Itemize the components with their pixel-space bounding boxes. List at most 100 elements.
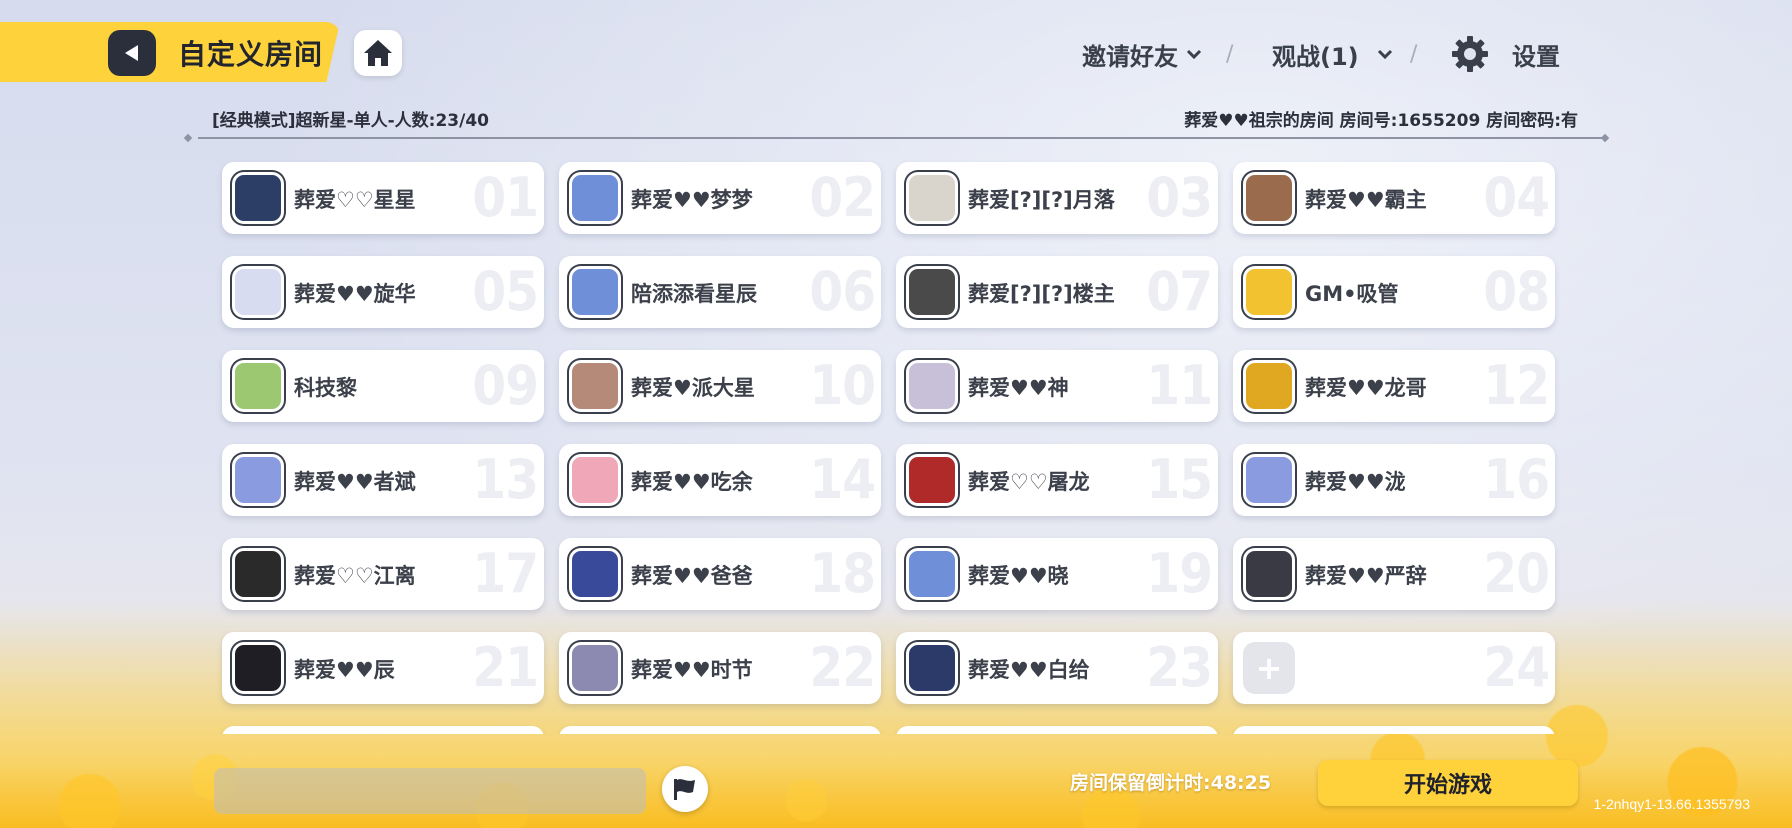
player-slot[interactable]: 葬爱♡♡星星 01 xyxy=(222,162,544,234)
player-slot[interactable]: 陪添添看星辰 06 xyxy=(559,256,881,328)
invite-friends-dropdown[interactable]: 邀请好友 xyxy=(1082,36,1202,72)
chevron-down-icon xyxy=(1186,49,1202,59)
avatar xyxy=(232,548,284,600)
chat-input[interactable] xyxy=(214,768,646,814)
slot-number: 02 xyxy=(809,166,876,229)
avatar xyxy=(906,172,958,224)
spectate-dropdown[interactable]: 观战(1) xyxy=(1272,36,1393,72)
avatar xyxy=(232,172,284,224)
player-name: 葬爱♥♥泷 xyxy=(1305,470,1406,494)
avatar xyxy=(906,548,958,600)
avatar xyxy=(569,454,621,506)
player-slot[interactable]: 葬爱♥♥龙哥 12 xyxy=(1233,350,1555,422)
slot-number: 13 xyxy=(472,448,539,511)
player-name: 葬爱♡♡江离 xyxy=(294,564,416,588)
player-name: 葬爱♡♡屠龙 xyxy=(968,470,1090,494)
avatar xyxy=(569,360,621,412)
player-name: 葬爱♥♥白给 xyxy=(968,658,1090,682)
player-slot[interactable]: 葬爱♥♥白给 23 xyxy=(896,632,1218,704)
player-name: 葬爱♥♥神 xyxy=(968,376,1069,400)
player-slot[interactable]: 葬爱♥♥时节 22 xyxy=(559,632,881,704)
slot-number: 23 xyxy=(1146,636,1213,699)
player-name: 葬爱♥♥龙哥 xyxy=(1305,376,1427,400)
room-details: 葬爱♥♥祖宗的房间 房间号:1655209 房间密码:有 xyxy=(1184,111,1578,131)
player-slot[interactable]: 葬爱♥♥旋华 05 xyxy=(222,256,544,328)
add-player-icon[interactable]: + xyxy=(1243,642,1295,694)
player-slot[interactable]: 葬爱♥♥泷 16 xyxy=(1233,444,1555,516)
player-slot[interactable]: 葬爱♥派大星 10 xyxy=(559,350,881,422)
slot-number: 10 xyxy=(809,354,876,417)
slot-number: 14 xyxy=(809,448,876,511)
player-slot[interactable]: 葬爱[?][?]楼主 07 xyxy=(896,256,1218,328)
page-title: 自定义房间 xyxy=(178,38,324,71)
home-button[interactable] xyxy=(354,30,402,76)
flag-button[interactable] xyxy=(662,766,708,812)
chevron-down-icon xyxy=(1377,49,1392,59)
divider-dot xyxy=(183,133,193,143)
player-name: GM•吸管 xyxy=(1305,282,1399,306)
player-name: 葬爱♥♥辰 xyxy=(294,658,395,682)
player-slot[interactable]: 葬爱♥♥神 11 xyxy=(896,350,1218,422)
player-slot-grid: 葬爱♡♡星星 01 葬爱♥♥梦梦 02 葬爱[?][?]月落 03 葬爱♥♥霸主 04 葬爱♥♥… xyxy=(0,150,1792,734)
player-name: 葬爱[?][?]楼主 xyxy=(968,282,1115,306)
avatar xyxy=(1243,454,1295,506)
slot-number: 18 xyxy=(809,542,876,605)
player-slot[interactable] xyxy=(896,726,1218,734)
avatar xyxy=(1243,266,1295,318)
player-slot[interactable]: 葬爱♡♡屠龙 15 xyxy=(896,444,1218,516)
slot-number: 05 xyxy=(472,260,539,323)
player-slot[interactable] xyxy=(1233,726,1555,734)
avatar xyxy=(232,360,284,412)
player-slot[interactable]: 科技黎 09 xyxy=(222,350,544,422)
player-slot[interactable]: +24 xyxy=(1233,632,1555,704)
settings-button[interactable]: 设置 xyxy=(1512,36,1560,72)
divider-dot xyxy=(1600,133,1610,143)
gear-icon[interactable] xyxy=(1450,34,1490,74)
player-slot[interactable]: 葬爱♥♥辰 21 xyxy=(222,632,544,704)
avatar xyxy=(569,642,621,694)
player-slot[interactable]: 葬爱♥♥爸爸 18 xyxy=(559,538,881,610)
player-slot[interactable]: 葬爱♥♥吃余 14 xyxy=(559,444,881,516)
slot-number: 22 xyxy=(809,636,876,699)
slot-number: 07 xyxy=(1146,260,1213,323)
player-name: 葬爱♡♡星星 xyxy=(294,188,416,212)
menu-divider: / xyxy=(1410,42,1418,67)
avatar xyxy=(906,454,958,506)
info-divider xyxy=(198,137,1608,139)
player-name: 葬爱♥♥霸主 xyxy=(1305,188,1427,212)
slot-number: 01 xyxy=(472,166,539,229)
slot-number: 24 xyxy=(1483,636,1550,699)
slot-number: 06 xyxy=(809,260,876,323)
player-slot[interactable]: 葬爱♥♥者斌 13 xyxy=(222,444,544,516)
slot-number: 15 xyxy=(1146,448,1213,511)
menu-divider: / xyxy=(1226,42,1234,67)
player-slot[interactable]: 葬爱[?][?]月落 03 xyxy=(896,162,1218,234)
player-slot[interactable]: GM•吸管 08 xyxy=(1233,256,1555,328)
player-name: 科技黎 xyxy=(294,376,357,400)
back-arrow-icon xyxy=(125,45,138,61)
player-slot[interactable]: 葬爱♥♥梦梦 02 xyxy=(559,162,881,234)
player-name: 葬爱♥♥爸爸 xyxy=(631,564,753,588)
player-slot[interactable] xyxy=(222,726,544,734)
version-label: 1-2nhqy1-13.66.1355793 xyxy=(1593,796,1750,812)
player-slot[interactable]: 葬爱♥♥霸主 04 xyxy=(1233,162,1555,234)
avatar xyxy=(906,266,958,318)
player-name: 葬爱♥♥梦梦 xyxy=(631,188,753,212)
back-button[interactable] xyxy=(108,30,156,76)
player-name: 葬爱♥派大星 xyxy=(631,376,755,400)
player-slot[interactable]: 葬爱♡♡江离 17 xyxy=(222,538,544,610)
room-mode-info: [经典模式]超新星-单人-人数:23/40 xyxy=(212,111,489,131)
avatar xyxy=(906,642,958,694)
slot-number: 03 xyxy=(1146,166,1213,229)
player-slot[interactable]: 葬爱♥♥严辞 20 xyxy=(1233,538,1555,610)
settings-label: 设置 xyxy=(1512,42,1560,71)
slot-number: 11 xyxy=(1146,354,1213,417)
player-name: 葬爱♥♥吃余 xyxy=(631,470,753,494)
avatar xyxy=(232,454,284,506)
avatar xyxy=(232,642,284,694)
player-slot[interactable]: 葬爱♥♥晓 19 xyxy=(896,538,1218,610)
slot-number: 17 xyxy=(472,542,539,605)
start-game-button[interactable]: 开始游戏 xyxy=(1318,760,1578,806)
player-slot[interactable] xyxy=(559,726,881,734)
slot-number: 04 xyxy=(1483,166,1550,229)
